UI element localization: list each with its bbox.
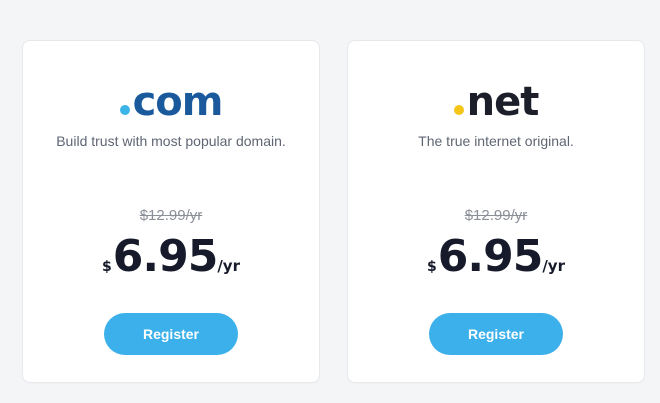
net-price-amount: 6.95 [437, 231, 544, 282]
net-logo: net [348, 79, 644, 125]
com-price-period: /yr [217, 257, 240, 275]
com-register-button[interactable]: Register [104, 313, 238, 355]
com-logo-dot [119, 105, 130, 115]
net-price-period: /yr [542, 257, 565, 275]
com-original-price: $12.99/yr [139, 207, 203, 224]
domain-card-com: com Build trust with most popular domain… [22, 40, 320, 383]
net-register-button[interactable]: Register [429, 313, 563, 355]
net-tagline: The true internet original. [418, 133, 574, 149]
net-logo-dot [453, 105, 464, 115]
domain-card-net: net The true internet original. $12.99/y… [347, 40, 645, 383]
net-logo-text: net [466, 79, 540, 125]
net-price-currency: $ [427, 259, 437, 275]
net-price: $6.95/yr [348, 231, 644, 283]
com-logo: com [23, 79, 319, 125]
com-price-currency: $ [102, 259, 112, 275]
net-original-price: $12.99/yr [464, 207, 528, 224]
com-logo-text: com [132, 79, 224, 125]
com-tagline: Build trust with most popular domain. [56, 133, 286, 149]
com-price: $6.95/yr [23, 231, 319, 283]
com-price-amount: 6.95 [112, 231, 219, 282]
